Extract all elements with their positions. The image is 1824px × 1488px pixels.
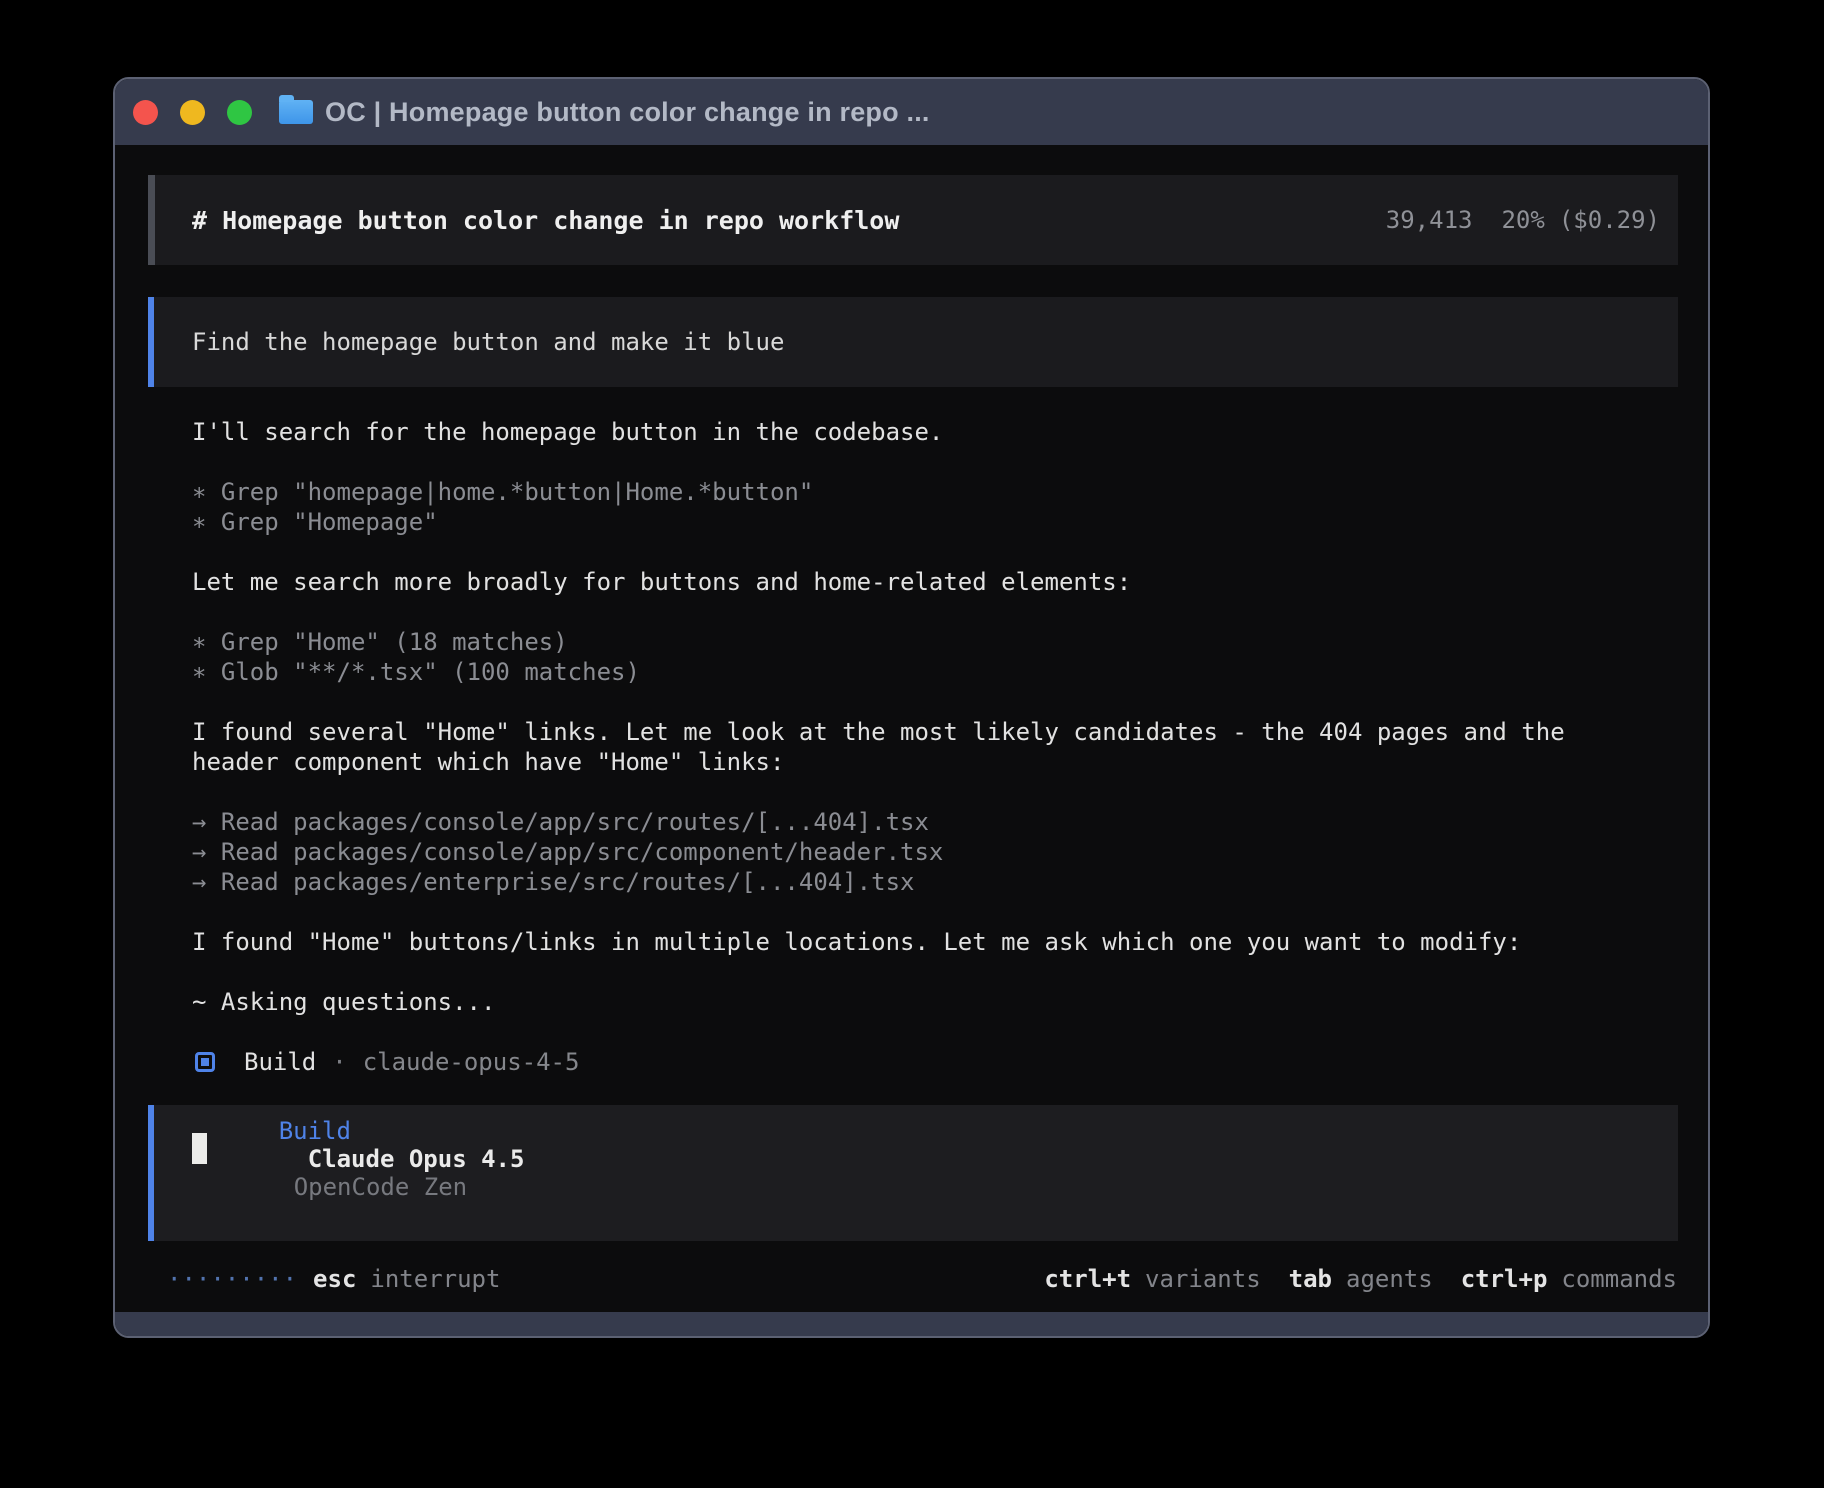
- context-percent: 20%: [1501, 206, 1544, 234]
- minimize-button[interactable]: [180, 100, 205, 125]
- agent-mode-label[interactable]: Build: [279, 1117, 351, 1145]
- title-bar[interactable]: OC | Homepage button color change in rep…: [115, 79, 1708, 145]
- hint-label: variants: [1145, 1265, 1261, 1293]
- hint-key: ctrl+p: [1461, 1265, 1548, 1293]
- model-label[interactable]: Claude Opus 4.5: [308, 1145, 525, 1173]
- conversation-line: ∗ Grep "Homepage": [192, 507, 1672, 537]
- session-cost: ($0.29): [1559, 206, 1660, 234]
- keyboard-hint: ctrl+t variants: [1044, 1265, 1260, 1293]
- token-count: 39,413: [1386, 206, 1473, 234]
- keyboard-hint: esc interrupt: [313, 1265, 500, 1293]
- conversation-block: I found several "Home" links. Let me loo…: [192, 717, 1672, 777]
- keyboard-hint: tab agents: [1289, 1265, 1433, 1293]
- terminal-window: OC | Homepage button color change in rep…: [113, 77, 1710, 1338]
- conversation-block: → Read packages/console/app/src/routes/[…: [192, 807, 1672, 897]
- hint-key: esc: [313, 1265, 356, 1293]
- maximize-button[interactable]: [227, 100, 252, 125]
- conversation-line: I found "Home" buttons/links in multiple…: [192, 927, 1672, 957]
- conversation-line: ∗ Glob "**/*.tsx" (100 matches): [192, 657, 1672, 687]
- conversation-block: ~ Asking questions...: [192, 987, 1672, 1017]
- conversation-line: ∗ Grep "homepage|home.*button|Home.*butt…: [192, 477, 1672, 507]
- spinner-dots: ·········: [167, 1265, 297, 1293]
- window-title: OC | Homepage button color change in rep…: [325, 97, 930, 128]
- user-message-accent-border: [148, 297, 154, 387]
- folder-icon: [279, 100, 313, 124]
- conversation-block: I'll search for the homepage button in t…: [192, 417, 1672, 447]
- session-title: # Homepage button color change in repo w…: [192, 206, 899, 235]
- close-button[interactable]: [133, 100, 158, 125]
- hint-key: ctrl+t: [1044, 1265, 1131, 1293]
- session-stats: 39,413 20% ($0.29): [1386, 206, 1660, 234]
- agent-name: Build: [244, 1048, 316, 1076]
- conversation-block: ∗ Grep "homepage|home.*button|Home.*butt…: [192, 477, 1672, 537]
- conversation-line: ~ Asking questions...: [192, 987, 1672, 1017]
- conversation-block: I found "Home" buttons/links in multiple…: [192, 927, 1672, 957]
- user-message: Find the homepage button and make it blu…: [148, 297, 1678, 387]
- conversation-line: → Read packages/console/app/src/componen…: [192, 837, 1672, 867]
- hint-key: tab: [1289, 1265, 1332, 1293]
- status-bar: ········· esc interrupt ctrl+t variants tab…: [167, 1264, 1677, 1294]
- input-accent-border: [148, 1105, 154, 1241]
- conversation-line: I found several "Home" links. Let me loo…: [192, 717, 1672, 747]
- prompt-input[interactable]: Build Claude Opus 4.5 OpenCode Zen: [148, 1105, 1678, 1241]
- conversation-block: ∗ Grep "Home" (18 matches)∗ Glob "**/*.t…: [192, 627, 1672, 687]
- conversation-line: header component which have "Home" links…: [192, 747, 1672, 777]
- agent-status-row: Build · claude-opus-4-5: [192, 1047, 1672, 1077]
- conversation-line: Let me search more broadly for buttons a…: [192, 567, 1672, 597]
- conversation-line: → Read packages/enterprise/src/routes/[.…: [192, 867, 1672, 897]
- conversation: I'll search for the homepage button in t…: [192, 417, 1672, 1077]
- provider-label: OpenCode Zen: [294, 1173, 467, 1201]
- keyboard-hint: ctrl+p commands: [1461, 1265, 1677, 1293]
- conversation-line: ∗ Grep "Home" (18 matches): [192, 627, 1672, 657]
- conversation-block: Let me search more broadly for buttons a…: [192, 567, 1672, 597]
- input-footer: Build Claude Opus 4.5 OpenCode Zen: [192, 1089, 524, 1229]
- hint-label: agents: [1346, 1265, 1433, 1293]
- status-bar-left: ········· esc interrupt: [167, 1265, 500, 1293]
- conversation-line: → Read packages/console/app/src/routes/[…: [192, 807, 1672, 837]
- agent-model: claude-opus-4-5: [363, 1048, 580, 1076]
- window-bottom-edge: [115, 1312, 1708, 1336]
- status-bar-right: ctrl+t variants tab agents ctrl+p commands: [1044, 1265, 1677, 1293]
- session-header-border: [148, 175, 155, 265]
- hint-label: interrupt: [370, 1265, 500, 1293]
- conversation-line: I'll search for the homepage button in t…: [192, 417, 1672, 447]
- agent-separator: ·: [332, 1048, 346, 1076]
- hint-label: commands: [1561, 1265, 1677, 1293]
- user-message-text: Find the homepage button and make it blu…: [192, 328, 784, 356]
- agent-icon: [195, 1052, 215, 1072]
- session-header: # Homepage button color change in repo w…: [148, 175, 1678, 265]
